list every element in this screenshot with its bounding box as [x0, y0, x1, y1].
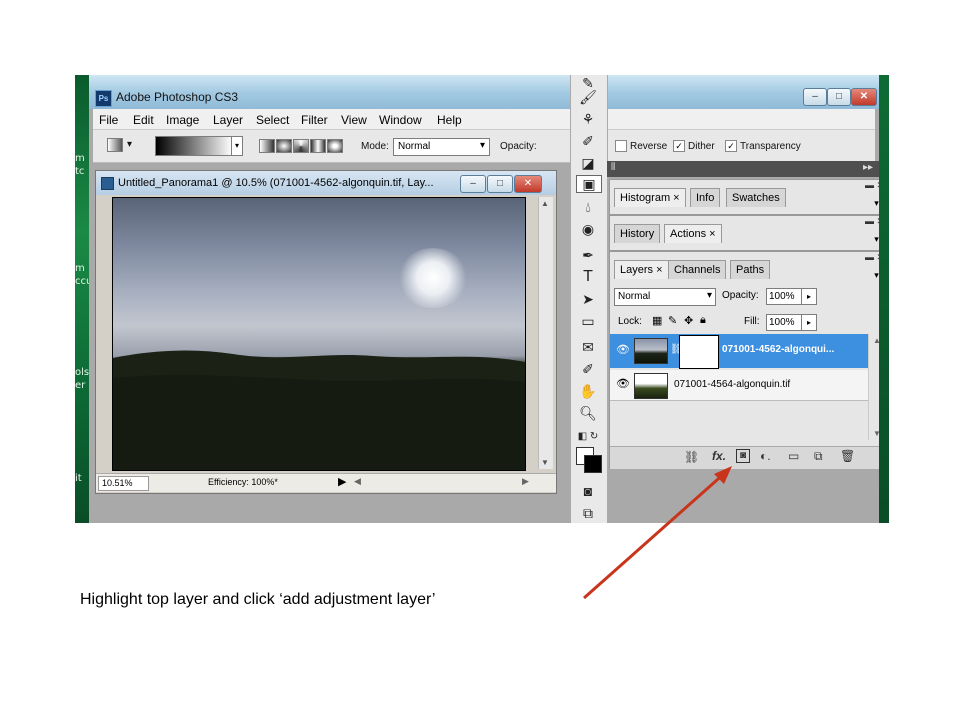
annotation-arrow	[583, 466, 732, 600]
instruction-caption: Highlight top layer and click ‘add adjus…	[80, 591, 436, 608]
arrow-line	[583, 470, 727, 600]
